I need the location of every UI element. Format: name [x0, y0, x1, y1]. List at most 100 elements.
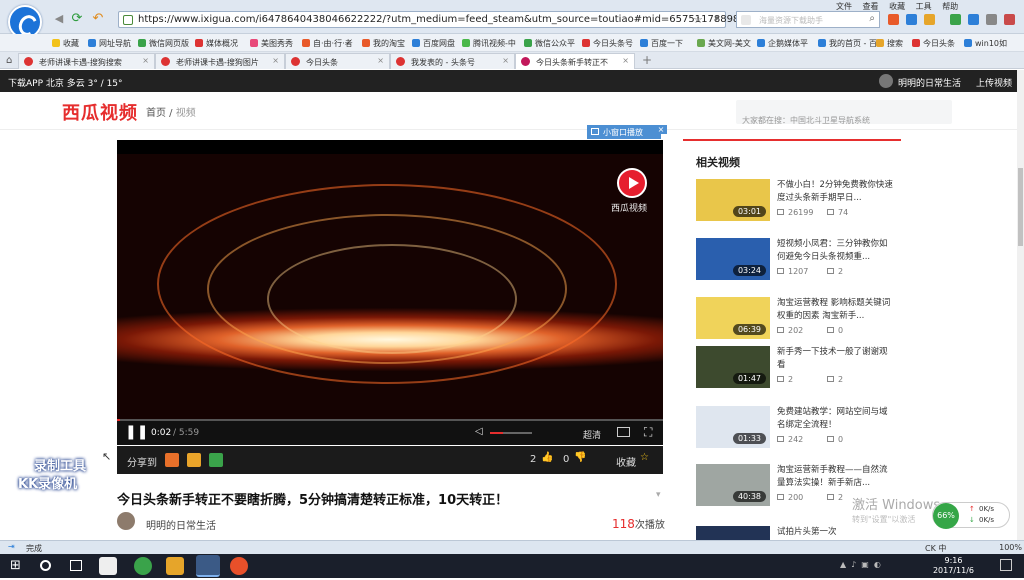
tab-close-icon[interactable]: ×: [272, 56, 279, 65]
ime-indicator[interactable]: CK 中: [925, 543, 946, 554]
bookmark-item[interactable]: 网址导航: [88, 38, 131, 49]
toolbar-ext-icon-7[interactable]: [1004, 14, 1015, 25]
menu-file[interactable]: 文件: [836, 2, 852, 11]
bookmark-item[interactable]: 搜索: [876, 38, 903, 49]
title-expand-icon[interactable]: ▾: [656, 490, 661, 500]
upload-video-link[interactable]: 上传视频: [976, 76, 1012, 89]
task-view-icon[interactable]: [70, 560, 82, 571]
pause-icon[interactable]: ❚❚: [125, 424, 148, 440]
author-avatar[interactable]: [117, 512, 135, 530]
toolbar-ext-icon-4[interactable]: [950, 14, 961, 25]
related-video-thumbnail[interactable]: 03:24: [696, 238, 770, 280]
taskbar-app-icon-3[interactable]: [166, 557, 184, 575]
refresh-icon[interactable]: ⟳: [70, 12, 84, 26]
bookmark-item[interactable]: 媒体概况: [195, 38, 238, 49]
mini-window-button[interactable]: 小窗口播放 ×: [587, 125, 667, 139]
related-video-title[interactable]: 淘宝运营教程 影响标题关键词权重的因素 淘宝新手...: [777, 297, 895, 323]
bookmark-item[interactable]: 企鹅媒体平: [757, 38, 808, 49]
windows-start-icon[interactable]: ⊞: [10, 558, 21, 573]
related-video-title[interactable]: 不做小白！2分钟免费教你快速度过头条新手期早日...: [777, 179, 895, 205]
toolbar-ext-icon-1[interactable]: [888, 14, 899, 25]
bookmark-item[interactable]: 收藏: [52, 38, 79, 49]
back-icon[interactable]: ◀: [52, 12, 66, 26]
related-video-title[interactable]: 淘宝运营新手教程——自然流量算法实操！新手新店...: [777, 464, 895, 490]
related-video-title[interactable]: 新手秀一下技术一般了谢谢观看: [777, 346, 895, 372]
user-name[interactable]: 明明的日常生活: [898, 76, 961, 89]
taskbar-browser-active-icon[interactable]: [196, 555, 220, 577]
wechat-share-icon[interactable]: [209, 453, 223, 467]
zoom-level[interactable]: 100%: [999, 543, 1022, 552]
browser-tab[interactable]: 老师讲课卡遇-搜狗搜索 ×: [18, 53, 155, 69]
related-video-title[interactable]: 免费建站教学：网站空间与域名绑定全流程！: [777, 406, 895, 432]
related-video-title[interactable]: 短视频小凤君：三分钟教你如何避免今日头条视频重...: [777, 238, 895, 264]
mini-close-icon[interactable]: ×: [655, 125, 667, 134]
menu-favorites[interactable]: 收藏: [889, 2, 905, 11]
author-name[interactable]: 明明的日常生活: [146, 517, 216, 532]
fullscreen-icon[interactable]: ⛶: [644, 425, 652, 440]
volume-slider[interactable]: [490, 432, 532, 434]
toolbar-ext-icon-6[interactable]: [986, 14, 997, 25]
bookmark-item[interactable]: win10如: [964, 38, 1007, 49]
home-icon[interactable]: ⌂: [6, 55, 12, 66]
toolbar-ext-icon-2[interactable]: [906, 14, 917, 25]
bookmark-item[interactable]: 微信网页版: [138, 38, 189, 49]
search-icon[interactable]: ⌕: [869, 13, 875, 24]
related-video-thumbnail[interactable]: 03:01: [696, 179, 770, 221]
tab-close-icon[interactable]: ×: [142, 56, 149, 65]
volume-icon[interactable]: ◁: [475, 426, 483, 437]
video-frame[interactable]: 西瓜视频: [117, 154, 663, 419]
related-video-thumbnail[interactable]: 01:47: [696, 346, 770, 388]
undo-icon[interactable]: ↶: [91, 12, 105, 26]
network-speed-widget[interactable]: 66% ↑ 0K/s ↓ 0K/s: [932, 502, 1010, 529]
tab-close-icon[interactable]: ×: [502, 56, 509, 65]
taskbar-app-icon-4[interactable]: [230, 557, 248, 575]
thumb-down-icon[interactable]: 👎: [574, 452, 586, 463]
related-video-item[interactable]: 03:24 短视频小凤君：三分钟教你如何避免今日头条视频重... 1207 2: [696, 238, 901, 292]
qzone-share-icon[interactable]: [187, 453, 201, 467]
menu-view[interactable]: 查看: [863, 2, 879, 11]
scrollbar-thumb[interactable]: [1018, 168, 1023, 246]
taskbar-app-icon-2[interactable]: [134, 557, 152, 575]
weibo-share-icon[interactable]: [165, 453, 179, 467]
site-search-input[interactable]: 大家都在搜：中国北斗卫星导航系统: [736, 100, 952, 124]
related-video-item[interactable]: 01:33 免费建站教学：网站空间与域名绑定全流程！ 242 0: [696, 406, 901, 460]
breadcrumb-home[interactable]: 首页: [146, 108, 166, 119]
bookmark-item[interactable]: 美图秀秀: [250, 38, 293, 49]
menu-help[interactable]: 帮助: [942, 2, 958, 11]
xigua-brand-logo[interactable]: 西瓜视频: [62, 99, 138, 125]
browser-tab[interactable]: 老师讲课卡遇-搜狗图片 ×: [155, 53, 285, 69]
url-text[interactable]: https://www.ixigua.com/i6478640438046622…: [138, 14, 739, 25]
quality-selector[interactable]: 超清: [583, 428, 601, 441]
bookmark-item[interactable]: 今日头条: [912, 38, 955, 49]
bookmark-item[interactable]: 自·由·行·者: [302, 38, 353, 49]
new-tab-icon[interactable]: +: [642, 53, 652, 67]
bookmark-item[interactable]: 今日头条号: [582, 38, 633, 49]
bookmark-item[interactable]: 我的首页 - 百: [818, 38, 877, 49]
tab-close-icon[interactable]: ×: [622, 56, 629, 65]
tab-close-icon[interactable]: ×: [377, 56, 384, 65]
address-bar[interactable]: https://www.ixigua.com/i6478640438046622…: [118, 11, 739, 28]
browser-search-box[interactable]: 海量资源下载助手 ⌕: [736, 11, 880, 28]
thumb-up-icon[interactable]: 👍: [541, 452, 553, 463]
related-video-item[interactable]: 01:47 新手秀一下技术一般了谢谢观看 2 2: [696, 346, 901, 400]
search-engine-icon[interactable]: [741, 15, 751, 25]
browser-tab[interactable]: 我发表的 - 头条号 ×: [390, 53, 515, 69]
bookmark-item[interactable]: 微信公众平: [524, 38, 575, 49]
menu-tools[interactable]: 工具: [916, 2, 932, 11]
bookmark-item[interactable]: 百度网盘: [412, 38, 455, 49]
bookmark-item[interactable]: 我的淘宝: [362, 38, 405, 49]
toolbar-ext-icon-5[interactable]: [968, 14, 979, 25]
collect-star-icon[interactable]: ☆: [640, 452, 649, 463]
related-video-item[interactable]: 06:39 淘宝运营教程 影响标题关键词权重的因素 淘宝新手... 202 0: [696, 297, 901, 351]
sidebar-toggle-icon[interactable]: ⇥: [8, 542, 15, 551]
related-video-item[interactable]: 03:01 不做小白！2分钟免费教你快速度过头条新手期早日... 26199 74: [696, 179, 901, 233]
user-avatar[interactable]: [879, 74, 893, 88]
page-scrollbar[interactable]: [1017, 70, 1024, 540]
collect-button[interactable]: 收藏: [616, 454, 636, 469]
related-video-thumbnail[interactable]: 40:38: [696, 464, 770, 506]
bookmark-item[interactable]: 美文网-美文: [697, 38, 751, 49]
browser-tab-active[interactable]: 今日头条新手转正不 ×: [515, 53, 635, 69]
topbar-left-info[interactable]: 下载APP 北京 多云 3° / 15°: [8, 76, 123, 89]
widescreen-icon[interactable]: [617, 427, 630, 437]
toolbar-ext-icon-3[interactable]: [924, 14, 935, 25]
